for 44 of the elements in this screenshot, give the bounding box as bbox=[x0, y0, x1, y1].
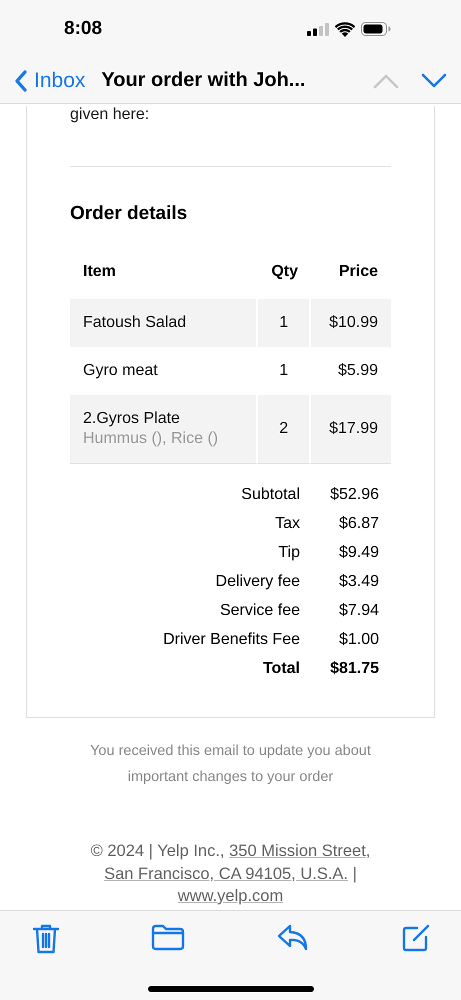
back-chevron-icon bbox=[14, 70, 28, 92]
separator-text: | bbox=[352, 864, 357, 882]
total-label: Tip bbox=[278, 544, 300, 562]
total-value: $9.49 bbox=[338, 544, 379, 562]
total-label: Service fee bbox=[220, 602, 300, 620]
total-label: Tax bbox=[275, 514, 300, 532]
address-link[interactable]: San Francisco, CA 94105, U.S.A. bbox=[104, 864, 348, 882]
qty-cell: 1 bbox=[258, 299, 311, 347]
total-label: Subtotal bbox=[241, 486, 300, 504]
total-value: $81.75 bbox=[329, 660, 379, 678]
column-header: Item bbox=[82, 262, 117, 282]
section-heading: Order details bbox=[70, 203, 188, 225]
column-header: Qty bbox=[270, 262, 299, 282]
price-cell: $10.99 bbox=[311, 299, 391, 347]
total-value: $1.00 bbox=[338, 630, 379, 648]
folder-icon[interactable] bbox=[151, 923, 185, 951]
total-value: $7.94 bbox=[338, 602, 379, 620]
intro-text: given here: bbox=[70, 106, 150, 124]
qty-cell: 2 bbox=[258, 395, 311, 464]
battery-icon bbox=[361, 22, 391, 36]
website-link[interactable]: www.yelp.com bbox=[178, 887, 284, 905]
item-cell: 2.Gyros Plate Hummus (), Rice () bbox=[70, 395, 258, 464]
back-button[interactable]: Inbox bbox=[14, 68, 86, 92]
status-time: 8:08 bbox=[64, 18, 102, 40]
notice-text: You received this email to update you about important changes to your order bbox=[89, 742, 372, 787]
total-label: Delivery fee bbox=[216, 572, 300, 590]
total-value: $6.87 bbox=[338, 514, 379, 532]
compose-icon[interactable] bbox=[401, 923, 431, 953]
next-message-button[interactable] bbox=[421, 72, 447, 88]
signal-icon bbox=[307, 22, 329, 36]
total-label: Total bbox=[262, 660, 300, 678]
price-cell: $17.99 bbox=[311, 395, 391, 464]
reply-icon[interactable] bbox=[276, 923, 310, 951]
email-subject: Your order with Joh... bbox=[101, 69, 306, 92]
copyright-text: © 2024 | Yelp Inc., bbox=[90, 842, 225, 860]
column-header: Price bbox=[338, 262, 379, 282]
address-link[interactable]: 350 Mission Street, bbox=[229, 842, 370, 860]
total-value: $3.49 bbox=[338, 572, 379, 590]
price-cell-text: $5.99 bbox=[336, 361, 379, 381]
total-value: $52.96 bbox=[329, 486, 379, 504]
wifi-icon bbox=[335, 22, 355, 36]
trash-icon[interactable] bbox=[32, 923, 60, 955]
total-label: Driver Benefits Fee bbox=[163, 630, 300, 648]
item-cell: Fatoush Salad bbox=[70, 299, 258, 347]
